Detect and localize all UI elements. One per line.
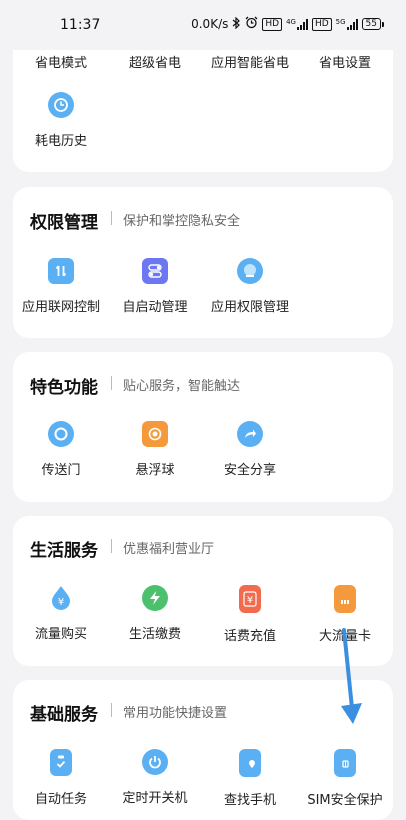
smart-saving-item[interactable]: 应用智能省电: [200, 52, 300, 71]
floating-ball-item[interactable]: 悬浮球: [105, 421, 205, 478]
item-label: 生活缴费: [128, 627, 181, 642]
app-permissions-item[interactable]: 应用权限管理: [200, 258, 300, 315]
bluetooth-icon: [232, 16, 241, 32]
signal-bars-icon: [346, 18, 358, 30]
alarm-icon: [245, 16, 258, 32]
network-control-icon: [48, 258, 74, 284]
yuan-phone-icon: ¥: [239, 585, 261, 613]
card-subtitle: 保护和掌控隐私安全: [123, 214, 241, 229]
signal-1: 4G: [286, 17, 308, 30]
permission-icon: [237, 258, 263, 284]
signal-2: 5G: [335, 17, 358, 30]
phone-recharge-item[interactable]: ¥ 话费充值: [200, 585, 300, 644]
item-label: 大流量卡: [318, 629, 371, 644]
power-icon: [142, 749, 168, 775]
autostart-item[interactable]: 自启动管理: [105, 258, 205, 315]
signal-bars-icon: [296, 18, 308, 30]
power-settings-item[interactable]: 省电设置: [295, 52, 395, 71]
basic-services-card: 基础服务 常用功能快捷设置 自动任务 定时开关机 查找手机 SIM安全保护: [13, 680, 393, 820]
net-speed: 0.0K/s: [191, 17, 229, 31]
item-label: 流量购买: [34, 627, 87, 642]
card-title: 基础服务: [30, 705, 98, 725]
big-data-card-item[interactable]: 大流量卡: [295, 585, 395, 644]
scheduled-power-item[interactable]: 定时开关机: [105, 749, 205, 806]
item-label: SIM安全保护: [307, 793, 383, 808]
item-label: 悬浮球: [135, 463, 175, 478]
power-history-item[interactable]: 耗电历史: [11, 92, 111, 149]
battery-icon: 55: [361, 18, 384, 30]
floating-ball-icon: [142, 421, 168, 447]
status-time: 11:37: [60, 17, 101, 33]
item-label: 应用联网控制: [21, 300, 100, 315]
item-label: 安全分享: [223, 463, 276, 478]
hd-badge: HD: [311, 17, 332, 31]
item-label: 超级省电: [128, 56, 181, 71]
secure-share-item[interactable]: 安全分享: [200, 421, 300, 478]
find-phone-item[interactable]: 查找手机: [200, 749, 300, 808]
item-label: 自动任务: [34, 792, 87, 807]
battery-level: 55: [361, 18, 381, 30]
item-label: 耗电历史: [34, 134, 87, 149]
status-bar: 11:37 0.0K/s HD 4G HD 5G 55: [0, 0, 406, 50]
portal-icon: [48, 421, 74, 447]
super-saving-item[interactable]: 超级省电: [105, 52, 205, 71]
network-type: 5G: [335, 17, 346, 26]
sim-protect-icon: [334, 749, 356, 777]
title-divider: [111, 539, 112, 553]
title-divider: [111, 703, 112, 717]
item-label: 省电模式: [34, 56, 87, 71]
clipboard-check-icon: [50, 749, 72, 776]
power-mode-item[interactable]: 省电模式: [11, 52, 111, 71]
autostart-toggle-icon: [142, 258, 168, 284]
portal-item[interactable]: 传送门: [11, 421, 111, 478]
card-title: 特色功能: [30, 378, 98, 398]
card-title: 生活服务: [30, 541, 98, 561]
item-label: 自启动管理: [122, 300, 188, 315]
hd-badge: HD: [262, 17, 283, 31]
find-phone-icon: [239, 749, 261, 777]
card-subtitle: 优惠福利营业厅: [123, 542, 215, 557]
bill-payment-item[interactable]: 生活缴费: [105, 585, 205, 642]
card-subtitle: 常用功能快捷设置: [123, 706, 228, 721]
item-label: 应用智能省电: [210, 56, 289, 71]
sim-protect-item[interactable]: SIM安全保护: [295, 749, 395, 808]
life-services-card: 生活服务 优惠福利营业厅 ¥ 流量购买 生活缴费 ¥ 话费充值 大流量卡: [13, 516, 393, 666]
svg-text:¥: ¥: [58, 597, 64, 608]
card-subtitle: 贴心服务，智能触达: [123, 379, 241, 394]
data-purchase-item[interactable]: ¥ 流量购买: [11, 585, 111, 642]
item-label: 传送门: [41, 463, 81, 478]
share-icon: [237, 421, 263, 447]
bolt-icon: [142, 585, 168, 611]
status-indicators: 0.0K/s HD 4G HD 5G 55: [191, 16, 384, 32]
title-divider: [111, 376, 112, 390]
network-control-item[interactable]: 应用联网控制: [11, 258, 111, 315]
item-label: 查找手机: [223, 793, 276, 808]
features-card: 特色功能 贴心服务，智能触达 传送门 悬浮球 安全分享: [13, 352, 393, 502]
card-title: 权限管理: [30, 213, 98, 233]
auto-task-item[interactable]: 自动任务: [11, 749, 111, 807]
item-label: 定时开关机: [122, 791, 188, 806]
clock-icon: [48, 92, 74, 118]
svg-text:¥: ¥: [247, 595, 253, 606]
network-type: 4G: [286, 17, 296, 26]
title-divider: [111, 211, 112, 225]
sim-card-icon: [334, 585, 356, 613]
item-label: 话费充值: [223, 629, 276, 644]
data-drop-icon: ¥: [48, 585, 74, 611]
permissions-card: 权限管理 保护和掌控隐私安全 应用联网控制 自启动管理 应用权限管理: [13, 187, 393, 338]
item-label: 省电设置: [318, 56, 371, 71]
item-label: 应用权限管理: [210, 300, 289, 315]
